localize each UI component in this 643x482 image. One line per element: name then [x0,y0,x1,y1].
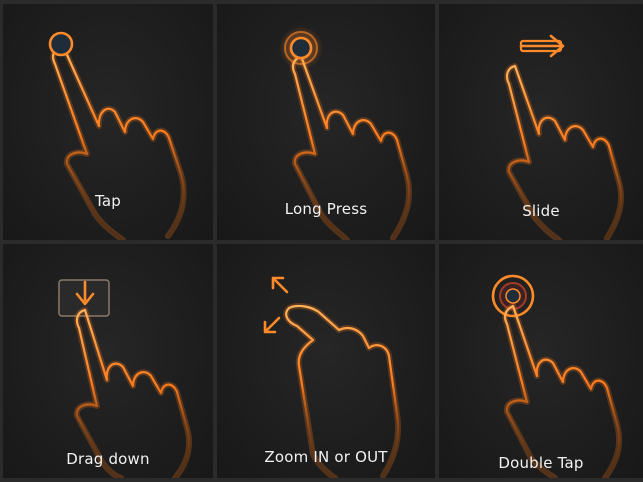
gesture-label-drag-down: Drag down [66,450,150,468]
gesture-label-slide: Slide [522,202,560,220]
gesture-tile-long-press: Long Press [217,4,435,240]
gesture-tile-zoom: Zoom IN or OUT [217,244,435,478]
drag-down-icon [58,279,193,478]
gesture-label-zoom: Zoom IN or OUT [264,448,388,466]
gesture-label-long-press: Long Press [284,200,368,218]
gesture-label-double-tap: Double Tap [498,454,584,472]
gesture-tile-double-tap: Double Tap [439,244,643,478]
gesture-tile-drag-down: Drag down [3,244,213,478]
gesture-grid: Tap Long Press Slide Drag down Zoom IN o… [0,0,643,482]
double-tap-icon [491,274,623,478]
gesture-label-tap: Tap [95,192,121,210]
gesture-tile-slide: Slide [439,4,643,240]
gesture-tile-tap: Tap [3,4,213,240]
zoom-icon [263,276,401,478]
